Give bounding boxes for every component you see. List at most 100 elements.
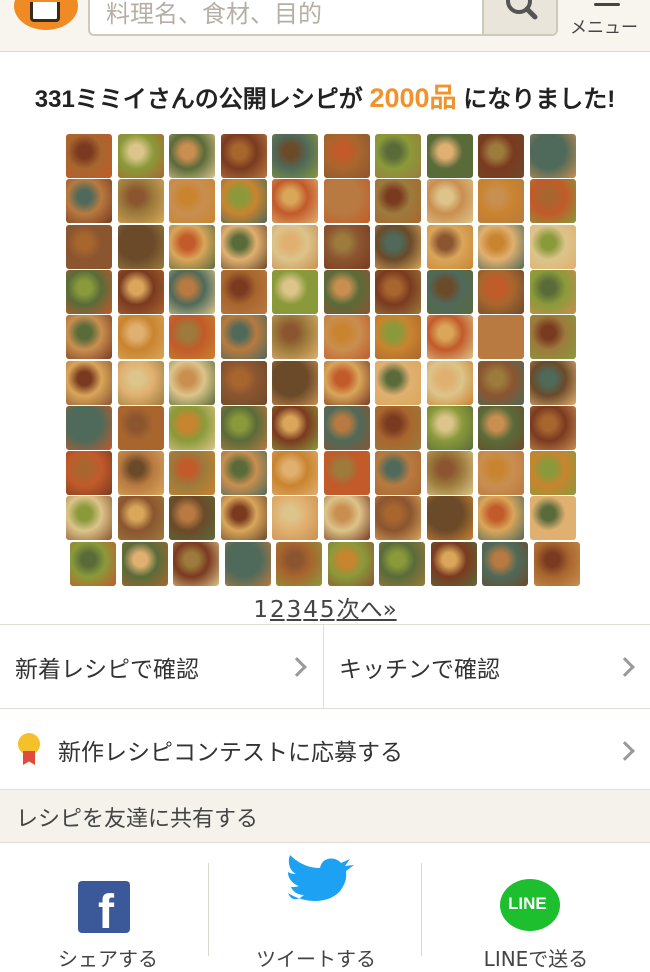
- contest-link[interactable]: 新作レシピコンテストに応募する: [0, 708, 650, 790]
- new-recipes-link[interactable]: 新着レシピで確認: [0, 625, 323, 709]
- recipe-thumbnail[interactable]: [220, 451, 267, 496]
- recipe-thumbnail[interactable]: [323, 360, 370, 405]
- recipe-thumbnail[interactable]: [220, 315, 267, 360]
- recipe-thumbnail[interactable]: [529, 496, 576, 541]
- recipe-thumbnail[interactable]: [169, 179, 215, 224]
- recipe-thumbnail[interactable]: [323, 496, 370, 541]
- recipe-thumbnail[interactable]: [70, 541, 116, 586]
- recipe-thumbnail[interactable]: [478, 179, 524, 224]
- recipe-thumbnail[interactable]: [529, 134, 576, 178]
- recipe-thumbnail[interactable]: [117, 451, 164, 496]
- recipe-thumbnail[interactable]: [375, 224, 421, 269]
- recipe-thumbnail[interactable]: [478, 496, 524, 541]
- recipe-thumbnail[interactable]: [323, 224, 370, 269]
- recipe-thumbnail[interactable]: [121, 541, 168, 586]
- recipe-thumbnail[interactable]: [169, 224, 215, 269]
- next-page-link[interactable]: 次へ»: [337, 597, 397, 623]
- recipe-thumbnail[interactable]: [323, 269, 370, 314]
- recipe-thumbnail[interactable]: [117, 269, 164, 314]
- recipe-thumbnail[interactable]: [529, 405, 576, 450]
- recipe-thumbnail[interactable]: [529, 224, 576, 269]
- recipe-thumbnail[interactable]: [169, 405, 215, 450]
- recipe-thumbnail[interactable]: [220, 360, 267, 405]
- recipe-thumbnail[interactable]: [323, 134, 370, 178]
- recipe-thumbnail[interactable]: [375, 179, 421, 224]
- site-logo[interactable]: [14, 0, 78, 30]
- recipe-thumbnail[interactable]: [272, 451, 318, 496]
- recipe-thumbnail[interactable]: [529, 360, 576, 405]
- page-link-2[interactable]: 2: [270, 597, 285, 623]
- recipe-thumbnail[interactable]: [169, 269, 215, 314]
- recipe-thumbnail[interactable]: [482, 541, 528, 586]
- recipe-thumbnail[interactable]: [323, 315, 370, 360]
- recipe-thumbnail[interactable]: [426, 496, 473, 541]
- recipe-thumbnail[interactable]: [533, 541, 580, 586]
- recipe-thumbnail[interactable]: [426, 179, 473, 224]
- recipe-thumbnail[interactable]: [169, 496, 215, 541]
- recipe-thumbnail[interactable]: [169, 134, 215, 178]
- recipe-thumbnail[interactable]: [272, 179, 318, 224]
- recipe-thumbnail[interactable]: [220, 134, 267, 178]
- recipe-thumbnail[interactable]: [529, 179, 576, 224]
- recipe-thumbnail[interactable]: [169, 451, 215, 496]
- recipe-thumbnail[interactable]: [375, 360, 421, 405]
- recipe-thumbnail[interactable]: [220, 405, 267, 450]
- line-share-button[interactable]: LINE LINEで送る: [422, 843, 650, 971]
- recipe-thumbnail[interactable]: [276, 541, 322, 586]
- recipe-thumbnail[interactable]: [323, 179, 370, 224]
- recipe-thumbnail[interactable]: [323, 451, 370, 496]
- page-link-5[interactable]: 5: [320, 597, 335, 623]
- recipe-thumbnail[interactable]: [375, 451, 421, 496]
- recipe-thumbnail[interactable]: [426, 269, 473, 314]
- recipe-thumbnail[interactable]: [117, 315, 164, 360]
- recipe-thumbnail[interactable]: [117, 405, 164, 450]
- recipe-thumbnail[interactable]: [66, 405, 112, 450]
- recipe-thumbnail[interactable]: [375, 315, 421, 360]
- recipe-thumbnail[interactable]: [529, 315, 576, 360]
- recipe-thumbnail[interactable]: [426, 405, 473, 450]
- recipe-thumbnail[interactable]: [375, 269, 421, 314]
- recipe-thumbnail[interactable]: [220, 496, 267, 541]
- recipe-thumbnail[interactable]: [66, 179, 112, 224]
- recipe-thumbnail[interactable]: [426, 315, 473, 360]
- recipe-thumbnail[interactable]: [224, 541, 271, 586]
- recipe-thumbnail[interactable]: [272, 360, 318, 405]
- recipe-thumbnail[interactable]: [272, 496, 318, 541]
- recipe-thumbnail[interactable]: [478, 224, 524, 269]
- recipe-thumbnail[interactable]: [66, 269, 112, 314]
- recipe-thumbnail[interactable]: [379, 541, 425, 586]
- recipe-thumbnail[interactable]: [478, 315, 524, 360]
- recipe-thumbnail[interactable]: [426, 224, 473, 269]
- recipe-thumbnail[interactable]: [66, 224, 112, 269]
- recipe-thumbnail[interactable]: [375, 405, 421, 450]
- recipe-thumbnail[interactable]: [66, 315, 112, 360]
- kitchen-link[interactable]: キッチンで確認: [324, 625, 650, 709]
- recipe-thumbnail[interactable]: [478, 269, 524, 314]
- recipe-thumbnail[interactable]: [375, 134, 421, 178]
- recipe-thumbnail[interactable]: [478, 134, 524, 178]
- recipe-thumbnail[interactable]: [426, 451, 473, 496]
- recipe-thumbnail[interactable]: [272, 315, 318, 360]
- recipe-thumbnail[interactable]: [478, 451, 524, 496]
- recipe-thumbnail[interactable]: [117, 224, 164, 269]
- recipe-thumbnail[interactable]: [173, 541, 219, 586]
- recipe-thumbnail[interactable]: [117, 360, 164, 405]
- menu-button[interactable]: メニュー: [566, 0, 650, 50]
- recipe-thumbnail[interactable]: [117, 134, 164, 178]
- recipe-thumbnail[interactable]: [272, 224, 318, 269]
- twitter-share-button[interactable]: ツイートする: [208, 843, 424, 971]
- recipe-thumbnail[interactable]: [220, 269, 267, 314]
- recipe-thumbnail[interactable]: [426, 134, 473, 178]
- recipe-thumbnail[interactable]: [478, 360, 524, 405]
- recipe-thumbnail[interactable]: [327, 541, 374, 586]
- recipe-thumbnail[interactable]: [117, 496, 164, 541]
- recipe-thumbnail[interactable]: [272, 269, 318, 314]
- recipe-thumbnail[interactable]: [66, 134, 112, 178]
- recipe-thumbnail[interactable]: [169, 360, 215, 405]
- recipe-thumbnail[interactable]: [323, 405, 370, 450]
- recipe-thumbnail[interactable]: [220, 179, 267, 224]
- page-link-4[interactable]: 4: [303, 597, 318, 623]
- recipe-thumbnail[interactable]: [169, 315, 215, 360]
- recipe-thumbnail[interactable]: [66, 360, 112, 405]
- facebook-share-button[interactable]: f シェアする: [0, 843, 216, 971]
